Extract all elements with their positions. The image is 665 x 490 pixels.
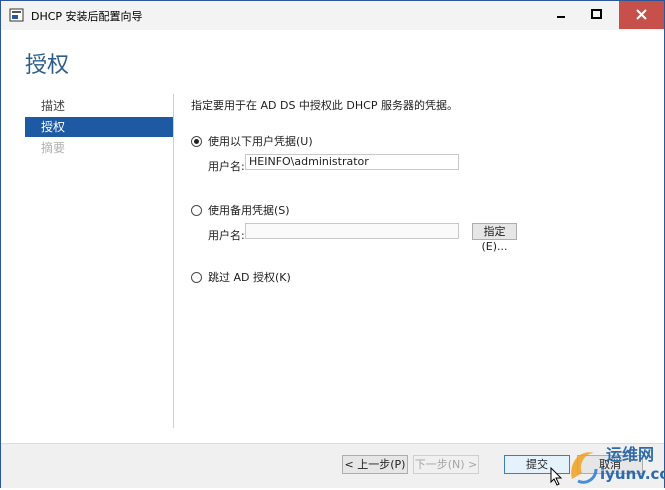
username-field-current[interactable]: HEINFO\administrator (245, 154, 459, 170)
radio-current-user-row[interactable]: 使用以下用户凭据(U) (191, 133, 313, 149)
window-title: DHCP 安装后配置向导 (31, 10, 143, 23)
username-label-alternate: 用户名: (208, 229, 245, 242)
title-bar[interactable]: DHCP 安装后配置向导 (1, 1, 664, 30)
watermark-logo: 运维网 iyunv.com (566, 439, 665, 487)
close-icon (636, 9, 647, 20)
radio-alternate-row[interactable]: 使用备用凭据(S) (191, 202, 290, 218)
nav-item-authorization[interactable]: 授权 (25, 117, 173, 137)
maximize-button[interactable] (575, 1, 619, 29)
wizard-nav: 描述 授权 摘要 (25, 96, 173, 159)
next-button: 下一步(N) > (413, 455, 479, 474)
previous-button[interactable]: < 上一步(P) (342, 455, 408, 474)
page-heading: 授权 (25, 53, 70, 78)
radio-current-user-label: 使用以下用户凭据(U) (208, 135, 313, 148)
radio-current-user[interactable] (191, 135, 202, 147)
radio-skip[interactable] (191, 271, 202, 283)
radio-skip-row[interactable]: 跳过 AD 授权(K) (191, 269, 291, 285)
nav-divider (173, 94, 174, 428)
radio-alternate[interactable] (191, 204, 202, 216)
nav-item-description[interactable]: 描述 (25, 96, 173, 116)
watermark-url: iyunv.com (600, 465, 665, 483)
radio-skip-label: 跳过 AD 授权(K) (208, 271, 291, 284)
specify-credentials-button[interactable]: 指定(E)... (472, 223, 517, 253)
radio-alternate-label: 使用备用凭据(S) (208, 204, 290, 217)
watermark-text: 运维网 (606, 445, 655, 464)
server-manager-icon (9, 8, 24, 22)
instruction-text: 指定要用于在 AD DS 中授权此 DHCP 服务器的凭据。 (191, 99, 458, 112)
close-button[interactable] (619, 1, 664, 29)
mouse-cursor-icon (550, 467, 563, 486)
maximize-icon (591, 9, 602, 19)
username-label-current: 用户名: (208, 160, 245, 173)
wizard-window: DHCP 安装后配置向导 授权 描述 授权 摘要 指定要用于在 AD DS 中授… (0, 0, 665, 488)
username-field-alternate[interactable] (245, 223, 459, 239)
nav-item-summary: 摘要 (41, 141, 66, 155)
